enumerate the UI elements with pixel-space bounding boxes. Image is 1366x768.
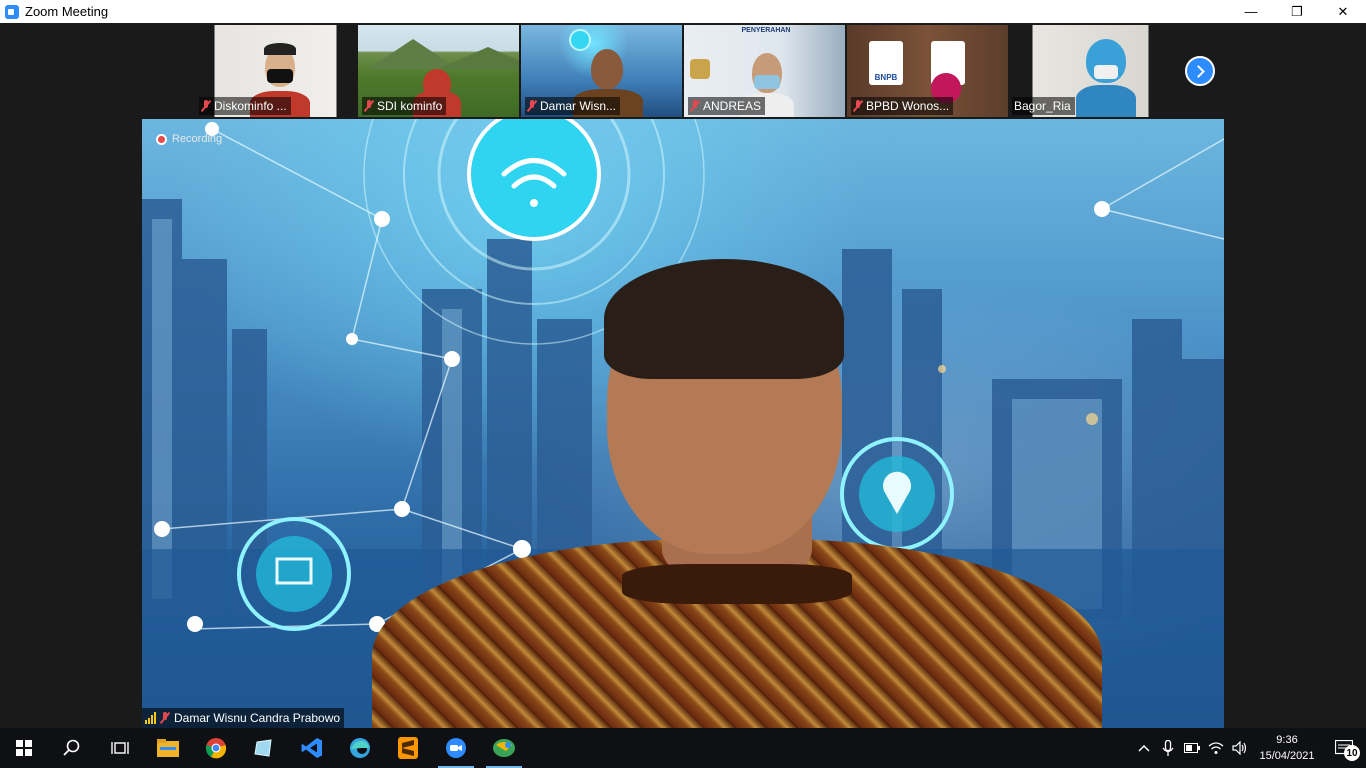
mountain-graphic — [438, 47, 519, 69]
participant-thumbnail-active[interactable]: Damar Wisn... — [521, 25, 682, 117]
file-explorer-icon — [157, 739, 179, 757]
maps-app-button[interactable] — [480, 728, 528, 768]
participant-label: ANDREAS — [688, 97, 766, 115]
window-title: Zoom Meeting — [25, 4, 109, 19]
search-button[interactable] — [48, 728, 96, 768]
chrome-button[interactable] — [192, 728, 240, 768]
volume-icon — [1232, 741, 1247, 755]
next-page-button[interactable] — [1185, 56, 1215, 86]
taskbar: 9:36 15/04/2021 10 — [0, 728, 1366, 768]
notes-icon — [254, 739, 272, 757]
maps-icon — [493, 739, 515, 757]
participant-mask — [754, 75, 780, 89]
participant-thumbnail[interactable]: PENYERAHAN ANDREAS — [684, 25, 845, 117]
participant-name: BPBD Wonos... — [866, 99, 950, 113]
notification-count-badge: 10 — [1344, 745, 1360, 761]
meeting-area: Diskominfo ... SDI kominfo Damar Wisn... — [0, 23, 1366, 728]
speaker-collar — [622, 564, 852, 604]
participant-body — [1076, 85, 1136, 117]
active-speaker-label: Damar Wisnu Candra Prabowo — [142, 708, 345, 728]
search-icon — [63, 739, 80, 756]
system-tray: 9:36 15/04/2021 10 — [1132, 728, 1366, 768]
bnpb-logo: BNPB — [869, 41, 903, 85]
connection-signal-icon — [145, 712, 156, 724]
participant-thumbnail[interactable]: Diskominfo ... — [195, 25, 356, 117]
participant-mask — [267, 69, 293, 83]
edge-button[interactable] — [336, 728, 384, 768]
participant-name: Damar Wisn... — [540, 99, 617, 113]
mic-muted-icon — [853, 100, 863, 112]
active-speaker-name: Damar Wisnu Candra Prabowo — [174, 711, 341, 725]
battery-tray-button[interactable] — [1180, 728, 1204, 768]
participant-label: BPBD Wonos... — [851, 97, 954, 115]
sublime-icon — [398, 737, 418, 759]
zoom-app-icon — [5, 4, 19, 19]
clock-time: 9:36 — [1276, 734, 1298, 746]
mic-muted-icon — [160, 712, 170, 724]
participant-label: SDI kominfo — [362, 97, 447, 115]
participant-thumbnail[interactable]: Bagor_Ria — [1010, 25, 1171, 117]
title-bar: Zoom Meeting — ❐ ✕ — [0, 0, 1366, 23]
window-controls: — ❐ ✕ — [1228, 0, 1366, 23]
chevron-up-icon — [1138, 744, 1150, 752]
windows-start-icon — [16, 740, 32, 756]
emblem-icon — [690, 59, 710, 79]
zoom-icon — [446, 738, 466, 758]
mic-muted-icon — [201, 100, 211, 112]
task-view-icon — [111, 742, 129, 754]
battery-icon — [1184, 743, 1200, 753]
zoom-taskbar-button[interactable] — [432, 728, 480, 768]
mic-muted-icon — [364, 100, 374, 112]
recording-indicator: Recording — [156, 133, 222, 145]
clock-date: 15/04/2021 — [1259, 750, 1315, 762]
wifi-icon — [1208, 742, 1224, 754]
close-button[interactable]: ✕ — [1320, 0, 1366, 23]
vscode-icon — [301, 738, 322, 758]
participant-hair — [264, 43, 296, 55]
mic-muted-icon — [690, 100, 700, 112]
task-view-button[interactable] — [96, 728, 144, 768]
recording-label: Recording — [172, 133, 223, 145]
vscode-button[interactable] — [288, 728, 336, 768]
participant-strip: Diskominfo ... SDI kominfo Damar Wisn... — [195, 25, 1171, 117]
participant-label: Damar Wisn... — [525, 97, 621, 115]
mic-muted-icon — [527, 100, 537, 112]
speaker-hair — [604, 259, 844, 379]
microphone-icon — [1162, 740, 1174, 756]
restore-button[interactable]: ❐ — [1274, 0, 1320, 23]
edge-icon — [350, 738, 370, 758]
participant-thumbnail[interactable]: BNPB BPBD Wonos... — [847, 25, 1008, 117]
participant-thumbnail[interactable]: SDI kominfo — [358, 25, 519, 117]
active-speaker-video: Recording Damar Wisnu Candra Prabowo — [142, 119, 1224, 728]
participant-label: Bagor_Ria — [1012, 97, 1075, 115]
sublime-button[interactable] — [384, 728, 432, 768]
participant-head — [591, 49, 623, 89]
wifi-tray-button[interactable] — [1204, 728, 1228, 768]
participant-mask — [1094, 65, 1118, 79]
minimize-button[interactable]: — — [1228, 0, 1274, 23]
recording-dot-icon — [156, 133, 167, 145]
show-hidden-icons-button[interactable] — [1132, 728, 1156, 768]
volume-tray-button[interactable] — [1228, 728, 1252, 768]
start-button[interactable] — [0, 728, 48, 768]
participant-name: Diskominfo ... — [214, 99, 287, 113]
participant-name: ANDREAS — [703, 99, 762, 113]
notes-app-button[interactable] — [240, 728, 288, 768]
chrome-icon — [205, 738, 227, 759]
microphone-tray-button[interactable] — [1156, 728, 1180, 768]
file-explorer-button[interactable] — [144, 728, 192, 768]
wifi-icon — [569, 29, 591, 51]
participant-name: Bagor_Ria — [1014, 99, 1071, 113]
taskbar-clock[interactable]: 9:36 15/04/2021 — [1252, 732, 1322, 764]
participant-name: SDI kominfo — [377, 99, 443, 113]
action-center-button[interactable]: 10 — [1322, 728, 1366, 768]
participant-label: Diskominfo ... — [199, 97, 291, 115]
